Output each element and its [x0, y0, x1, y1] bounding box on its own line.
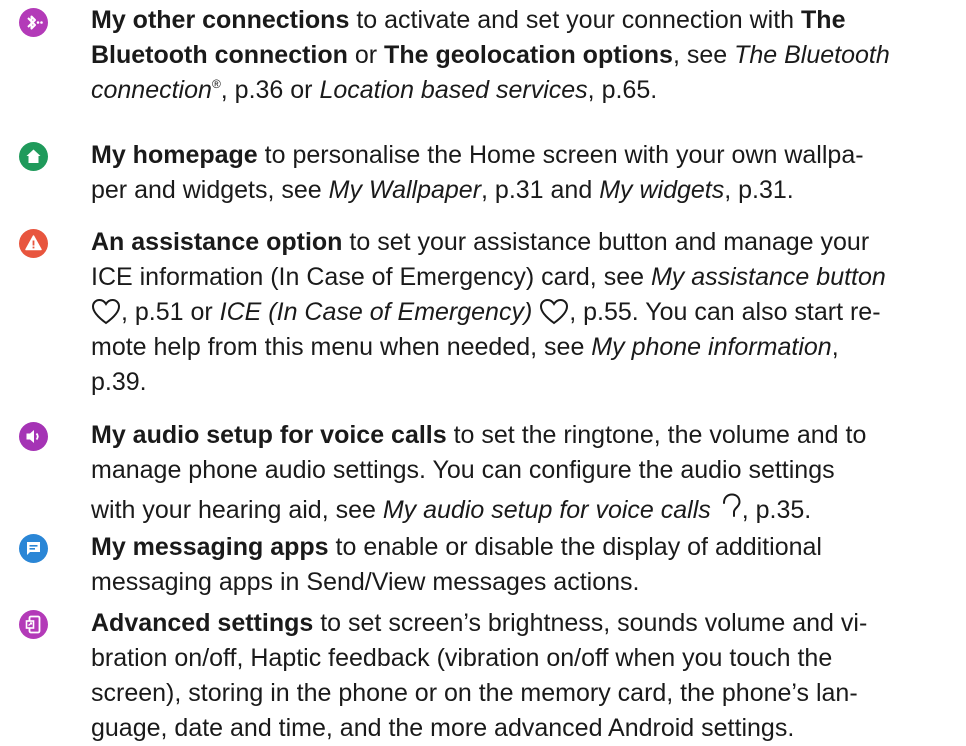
entry-title: My messaging apps: [91, 533, 329, 561]
text-line: ICE information (In Case of Emergency) c…: [91, 260, 951, 295]
option-name: The geolocation options: [384, 41, 673, 69]
registered-mark: ®: [211, 77, 221, 91]
text-run: p.39.: [91, 368, 147, 396]
text-run: to set screen’s brightness, sounds volum…: [313, 609, 868, 637]
cross-reference: Location based services: [319, 76, 588, 104]
cross-reference: ICE (In Case of Emergency): [219, 298, 540, 326]
text-run: , p.65.: [587, 76, 658, 104]
option-name: Bluetooth connection: [91, 41, 348, 69]
text-line: p.39.: [91, 365, 951, 400]
text-run: with your hearing aid, see: [91, 496, 383, 524]
text-run: mote help from this menu when needed, se…: [91, 333, 592, 361]
text-line: guage, date and time, and the more advan…: [91, 711, 951, 746]
text-run: messaging apps in Send/View messages act…: [91, 568, 640, 596]
entry-title: My audio setup for voice calls: [91, 421, 447, 449]
text-run: to personalise the Home screen with your…: [257, 141, 864, 169]
text-line: My other connections to activate and set…: [91, 3, 951, 38]
option-name: The: [801, 6, 846, 34]
text-line: bration on/off, Haptic feedback (vibrati…: [91, 641, 951, 676]
entry-text: An assistance option to set your assista…: [91, 225, 951, 400]
text-line: per and widgets, see My Wallpaper, p.31 …: [91, 173, 951, 208]
text-run: or: [347, 41, 385, 69]
text-run: per and widgets, see: [91, 176, 329, 204]
text-run: , p.36 or: [220, 76, 320, 104]
home-icon: [19, 142, 48, 171]
text-run: guage, date and time, and the more advan…: [91, 714, 795, 742]
entry-text: My messaging apps to enable or disable t…: [91, 530, 951, 600]
cross-reference: My Wallpaper: [328, 176, 482, 204]
text-run: to activate and set your connection with: [349, 6, 802, 34]
text-line: mote help from this menu when needed, se…: [91, 330, 951, 365]
text-line: with your hearing aid, see My audio setu…: [91, 492, 951, 528]
cross-reference: My widgets: [599, 176, 725, 204]
text-run: , p.31.: [724, 176, 794, 204]
entry-text: My homepage to personalise the Home scre…: [91, 138, 951, 208]
entry-title: Advanced settings: [91, 609, 314, 637]
cross-reference: connection: [91, 76, 212, 104]
text-run: ICE information (In Case of Emergency) c…: [91, 263, 651, 291]
text-run: to enable or disable the display of addi…: [328, 533, 822, 561]
text-line: messaging apps in Send/View messages act…: [91, 565, 951, 600]
text-line: My messaging apps to enable or disable t…: [91, 530, 951, 565]
entry-title: My homepage: [91, 141, 258, 169]
speaker-icon: [19, 422, 48, 451]
text-run: , see: [672, 41, 735, 69]
text-run: screen), storing in the phone or on the …: [91, 679, 858, 707]
cross-reference: My audio setup for voice calls: [382, 496, 718, 524]
entry-text: My audio setup for voice calls to set th…: [91, 418, 951, 528]
text-line: Bluetooth connection or The geolocation …: [91, 38, 951, 73]
cross-reference: My phone information: [591, 333, 832, 361]
text-line: An assistance option to set your assista…: [91, 225, 951, 260]
text-line: connection®, p.36 or Location based serv…: [91, 73, 951, 108]
text-run: manage phone audio settings. You can con…: [91, 456, 835, 484]
cross-reference: My assistance button: [650, 263, 886, 291]
cross-reference: The Bluetooth: [734, 41, 890, 69]
manual-page: { "entries": [ { "icon": "bluetooth-icon…: [0, 0, 966, 742]
text-run: , p.55. You can also start re-: [569, 298, 881, 326]
text-line: manage phone audio settings. You can con…: [91, 453, 951, 488]
entry-text: Advanced settings to set screen’s bright…: [91, 606, 951, 746]
text-run: to set the ringtone, the volume and to: [446, 421, 867, 449]
text-run: bration on/off, Haptic feedback (vibrati…: [91, 644, 833, 672]
message-icon: [19, 534, 48, 563]
entry-text: My other connections to activate and set…: [91, 3, 951, 108]
heart-icon: [540, 298, 569, 325]
text-run: ,: [831, 333, 839, 361]
text-run: to set your assistance button and manage…: [342, 228, 870, 256]
text-line: My homepage to personalise the Home scre…: [91, 138, 951, 173]
text-line: My audio setup for voice calls to set th…: [91, 418, 951, 453]
warning-icon: [19, 229, 48, 258]
text-run: , p.35.: [741, 496, 812, 524]
advanced-settings-icon: [19, 610, 48, 639]
hearing-aid-icon: [722, 493, 741, 517]
heart-icon: [91, 298, 121, 325]
text-line: screen), storing in the phone or on the …: [91, 676, 951, 711]
text-line: Advanced settings to set screen’s bright…: [91, 606, 951, 641]
text-run: , p.31 and: [481, 176, 600, 204]
text-line: , p.51 or ICE (In Case of Emergency) , p…: [91, 295, 951, 330]
bluetooth-icon: [19, 8, 48, 37]
text-run: , p.51 or: [121, 298, 220, 326]
entry-title: My other connections: [91, 6, 350, 34]
entry-title: An assistance option: [91, 228, 343, 256]
